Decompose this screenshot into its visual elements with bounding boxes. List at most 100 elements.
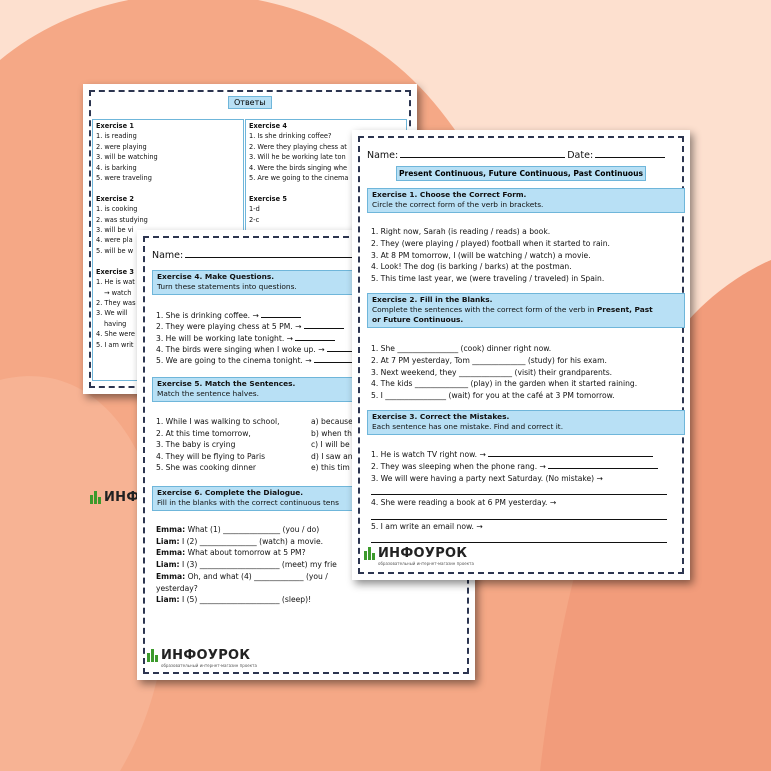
ans-line: 2. was studying bbox=[96, 215, 148, 224]
exercise-item: 1. She ________________ (cook) dinner ri… bbox=[371, 344, 552, 353]
exercise-3-item-2: 2. They was sleeping when the phone rang… bbox=[371, 462, 659, 471]
match-left: 4. They will be flying to Paris bbox=[156, 451, 266, 461]
exercise-item: 4. She were reading a book at 6 PM yeste… bbox=[371, 498, 557, 507]
exercise-6-dialogue: Emma: What (1) _______________ (you / do… bbox=[156, 524, 337, 606]
exercise-1-list: 1. Right now, Sarah (is reading / reads)… bbox=[371, 226, 610, 285]
exercise-item: 5. This time last year, we (were traveli… bbox=[371, 274, 605, 284]
exercise-6-title: Exercise 6. Complete the Dialogue. bbox=[157, 488, 304, 497]
answers-title: Ответы bbox=[228, 96, 272, 109]
logo-text: ИНФОУРОК bbox=[161, 648, 251, 663]
exercise-1-title: Exercise 1. Choose the Correct Form. bbox=[372, 190, 527, 199]
logo-mark-icon bbox=[364, 547, 375, 560]
match-left: 5. She was cooking dinner bbox=[156, 463, 256, 473]
ans-line: 1. He is wat bbox=[96, 278, 135, 287]
ans-line: 2-c bbox=[249, 215, 260, 224]
ans-line: → watch bbox=[104, 288, 132, 297]
match-left: 2. At this time tomorrow, bbox=[156, 428, 251, 438]
dialogue-speaker: Liam: bbox=[156, 595, 180, 605]
ans-line: 1. is cooking bbox=[96, 205, 138, 214]
ans-line: 4. Were the birds singing whe bbox=[249, 163, 348, 172]
exercise-item: 5. We are going to the cinema tonight. → bbox=[156, 356, 312, 366]
match-left: 1. While I was walking to school, bbox=[156, 417, 280, 426]
exercise-item: 3. We will were having a party next Satu… bbox=[371, 474, 603, 483]
match-right: d) I saw an bbox=[311, 451, 353, 461]
dialogue-speaker: Emma: bbox=[156, 548, 186, 558]
logo-mark-icon bbox=[147, 649, 158, 662]
exercise-item: 4. The kids ______________ (play) in the… bbox=[371, 379, 638, 389]
exercise-3-item-4: 4. She were reading a book at 6 PM yeste… bbox=[371, 498, 556, 507]
match-right: c) I will be bbox=[311, 440, 350, 450]
exercise-item: 5. I ________________ (wait) for you at … bbox=[371, 391, 615, 401]
ans-line: 1. is reading bbox=[96, 132, 137, 141]
exercise-4-instructions: Turn these statements into questions. bbox=[157, 282, 297, 291]
exercise-3-header: Exercise 3. Correct the Mistakes. Each s… bbox=[367, 410, 685, 435]
ans-line: 4. is barking bbox=[96, 163, 137, 172]
ans-ex4-title: Exercise 4 bbox=[249, 122, 287, 130]
dialogue-speaker: Emma: bbox=[156, 571, 186, 581]
ans-line: 5. I am writ bbox=[96, 340, 134, 349]
name-label: Name: bbox=[152, 250, 184, 261]
dialogue-line: What (1) _______________ (you / do) bbox=[187, 525, 320, 534]
logo-mark-icon bbox=[90, 491, 101, 504]
exercise-2-instructions-a: Complete the sentences with the correct … bbox=[372, 305, 597, 314]
dialogue-line: I (2) _______________ (watch) a movie. bbox=[181, 536, 324, 546]
exercise-4-list: 1. She is drinking coffee. → 2. They wer… bbox=[156, 310, 367, 366]
ans-line: 3. We will bbox=[96, 309, 128, 318]
exercise-item: 2. They was sleeping when the phone rang… bbox=[371, 462, 546, 471]
exercise-item: 2. They were playing chess at 5 PM. → bbox=[156, 322, 302, 332]
date-label: Date: bbox=[567, 150, 594, 161]
match-left: 3. The baby is crying bbox=[156, 440, 236, 450]
exercise-4-title: Exercise 4. Make Questions. bbox=[157, 272, 275, 281]
worksheet-front: Name: Date: Present Continuous, Future Co… bbox=[352, 130, 690, 580]
dialogue-line: I (5) _____________________ (sleep)! bbox=[181, 595, 312, 605]
exercise-1-header: Exercise 1. Choose the Correct Form. Cir… bbox=[367, 188, 685, 213]
match-right: b) when th bbox=[311, 428, 352, 438]
middle-name-field: Name:D bbox=[152, 250, 375, 261]
ans-line: 5. will be w bbox=[96, 246, 134, 255]
exercise-5-title: Exercise 5. Match the Sentences. bbox=[157, 379, 296, 388]
ans-ex2-title: Exercise 2 bbox=[96, 194, 134, 203]
answers-col2: Exercise 4 1. Is she drinking coffee? 2.… bbox=[249, 121, 348, 225]
ans-line: 2. They was bbox=[96, 298, 136, 307]
exercise-3-instructions: Each sentence has one mistake. Find and … bbox=[372, 422, 564, 431]
ans-line: 3. Will he be working late ton bbox=[249, 153, 346, 162]
exercise-2-header: Exercise 2. Fill in the Blanks. Complete… bbox=[367, 293, 685, 328]
middle-logo: ИНФОУРОК образовательный интернет-магази… bbox=[147, 648, 257, 668]
ans-line: 5. Are we going to the cinema bbox=[249, 174, 349, 183]
exercise-3-item-1: 1. He is watch TV right now. → bbox=[371, 450, 654, 459]
dialogue-line: I (3) _____________________ (meet) my fr… bbox=[181, 560, 337, 570]
exercise-2-instructions-c: or Future Continuous. bbox=[372, 315, 464, 324]
exercise-item: 1. Right now, Sarah (is reading / reads)… bbox=[371, 227, 551, 236]
exercise-item: 1. He is watch TV right now. → bbox=[371, 450, 486, 459]
ans-line: 1-d bbox=[249, 205, 260, 214]
exercise-5-right: a) because b) when th c) I will be d) I … bbox=[311, 416, 353, 474]
logo-tagline: образовательный интернет-магазин проекта bbox=[161, 663, 257, 668]
exercise-item: 2. At 7 PM yesterday, Tom ______________… bbox=[371, 355, 607, 365]
dialogue-speaker: Liam: bbox=[156, 536, 180, 546]
answer-line bbox=[371, 542, 667, 543]
dialogue-speaker: Emma: bbox=[156, 525, 186, 534]
exercise-2-list: 1. She ________________ (cook) dinner ri… bbox=[371, 343, 637, 402]
ans-line: having bbox=[104, 319, 127, 328]
exercise-6-instructions: Fill in the blanks with the correct cont… bbox=[157, 498, 339, 507]
exercise-item: 3. Next weekend, they ______________ (vi… bbox=[371, 367, 613, 377]
exercise-3-title: Exercise 3. Correct the Mistakes. bbox=[372, 412, 510, 421]
exercise-2-instructions-b: Present, Past bbox=[596, 305, 653, 314]
exercise-item: 4. Look! The dog (is barking / barks) at… bbox=[371, 262, 572, 272]
exercise-item: 2. They (were playing / played) football… bbox=[371, 238, 610, 248]
exercise-item: 4. The birds were singing when I woke up… bbox=[156, 344, 325, 354]
logo-text: ИНФОУРОК bbox=[378, 546, 468, 561]
ans-line: 2. Were they playing chess at bbox=[249, 142, 347, 151]
ans-ex3-title: Exercise 3 bbox=[96, 267, 134, 276]
answer-line bbox=[371, 494, 667, 495]
front-title: Present Continuous, Future Continuous, P… bbox=[396, 166, 646, 181]
ans-ex1-title: Exercise 1 bbox=[96, 122, 134, 130]
ans-ex5-title: Exercise 5 bbox=[249, 194, 287, 203]
dialogue-line: Oh, and what (4) _____________ (you / bbox=[187, 571, 328, 581]
ans-line: 4. She were bbox=[96, 330, 135, 339]
dialogue-line: What about tomorrow at 5 PM? bbox=[187, 548, 306, 558]
exercise-item: 3. He will be working late tonight. → bbox=[156, 333, 294, 343]
exercise-item: 1. She is drinking coffee. → bbox=[156, 311, 259, 320]
name-label: Name: bbox=[367, 150, 399, 161]
exercise-5-left: 1. While I was walking to school, 2. At … bbox=[156, 416, 280, 474]
